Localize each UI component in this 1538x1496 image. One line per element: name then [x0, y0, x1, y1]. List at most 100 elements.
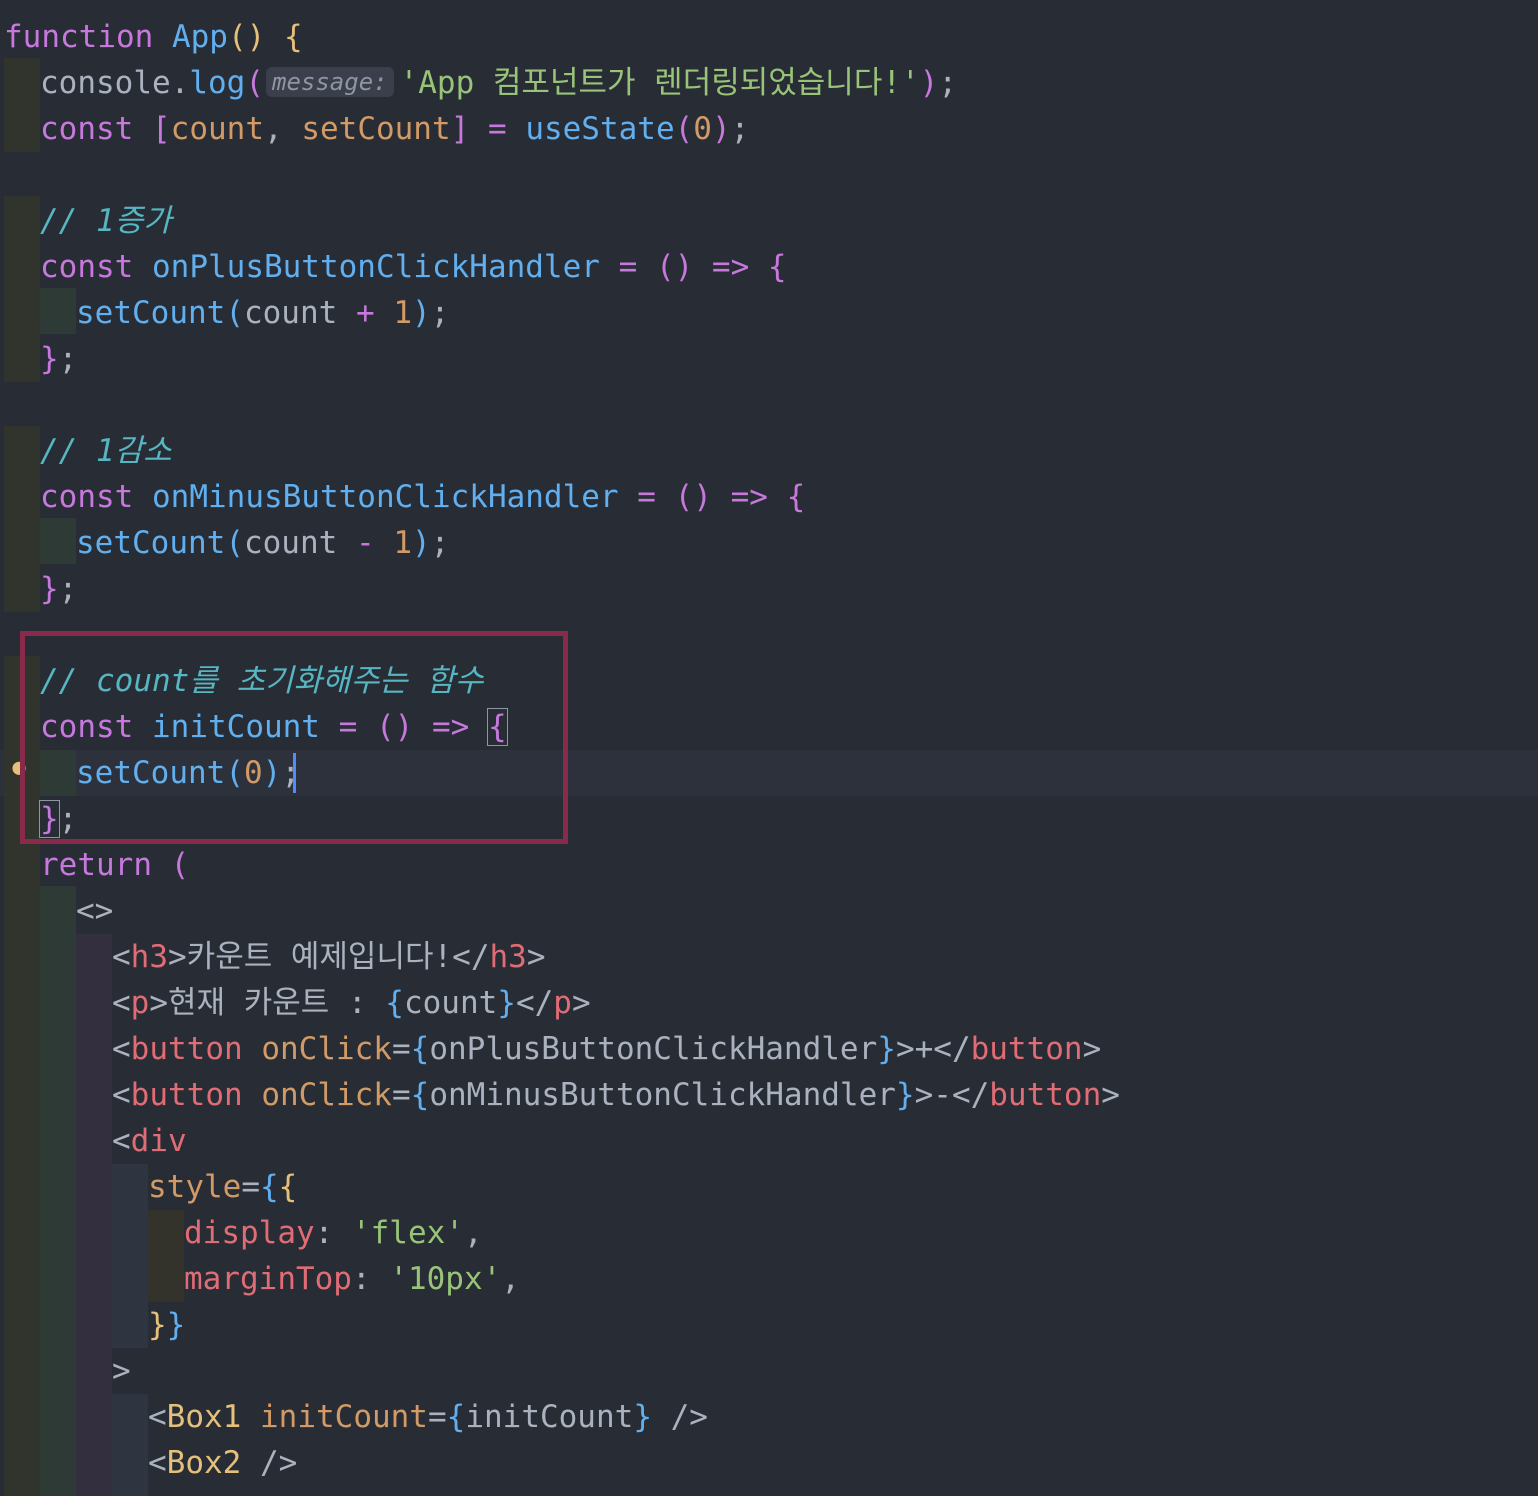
code-line[interactable]: <> [76, 888, 113, 934]
code-line[interactable]: function App() { [4, 14, 303, 60]
code-token: } [877, 1031, 896, 1067]
code-token: initCount [465, 1399, 634, 1435]
code-line[interactable]: style={{ [148, 1164, 297, 1210]
code-token: { [410, 1031, 430, 1067]
indent-guide [40, 886, 76, 1496]
code-token: 1 [393, 525, 412, 561]
code-line[interactable]: return ( [40, 842, 189, 888]
code-token: console [40, 65, 171, 101]
indent-guide [148, 1210, 184, 1302]
code-line[interactable]: <h3>카운트 예제입니다!</h3> [112, 934, 546, 980]
code-line[interactable]: > [112, 1348, 131, 1394]
code-token: p [130, 985, 150, 1021]
code-line[interactable]: }; [40, 566, 77, 612]
code-token: = [469, 111, 526, 147]
code-token: , [501, 1261, 520, 1297]
code-line[interactable]: setCount(count + 1); [76, 290, 449, 336]
code-token: } [497, 985, 516, 1021]
code-line[interactable]: // 1감소 [40, 428, 172, 474]
code-token: count [243, 525, 338, 561]
code-line[interactable]: const onPlusButtonClickHandler = () => { [40, 244, 787, 290]
code-token: useState [525, 111, 675, 147]
code-token: ) [711, 111, 731, 147]
code-token: App [171, 19, 228, 55]
code-token: marginTop [184, 1261, 352, 1297]
code-token: button [130, 1031, 243, 1067]
code-token: { [767, 249, 787, 285]
code-line[interactable]: <p>현재 카운트 : {count}</p> [112, 980, 591, 1026]
code-token: Box2 [166, 1445, 242, 1481]
code-token: < [112, 1077, 131, 1113]
code-line[interactable]: <button onClick={onPlusButtonClickHandle… [112, 1026, 1101, 1072]
code-line[interactable]: const onMinusButtonClickHandler = () => … [40, 474, 805, 520]
code-comment: // 1감소 [40, 433, 172, 469]
code-line[interactable]: // 1증가 [40, 198, 172, 244]
code-token: > [895, 1031, 915, 1067]
code-token: ) [246, 19, 266, 55]
code-token: setCount [76, 295, 226, 331]
code-token: > [112, 1353, 131, 1389]
code-token: onPlusButtonClickHandler [152, 249, 600, 285]
code-token: onClick [261, 1031, 392, 1067]
code-token: h3 [130, 939, 168, 975]
code-token: ) [411, 295, 431, 331]
code-line[interactable]: <Box1 initCount={initCount} /> [148, 1394, 708, 1440]
code-token: } [633, 1399, 652, 1435]
code-token: </ [933, 1031, 971, 1067]
code-token: > [1101, 1077, 1120, 1113]
code-line[interactable]: <Box2 /> [148, 1440, 297, 1486]
code-line[interactable]: }} [148, 1302, 185, 1348]
indent-guide [76, 934, 112, 1496]
code-token: = [241, 1169, 260, 1205]
indent-guide [112, 1394, 148, 1496]
code-token: = [391, 1077, 411, 1113]
code-token: { [786, 479, 806, 515]
code-token: 카운트 예제입니다! [186, 939, 453, 975]
code-token: </ [515, 985, 554, 1021]
code-token: , [264, 111, 302, 147]
code-token: } [40, 571, 59, 607]
code-token: const [40, 479, 134, 515]
code-line[interactable]: console.log(message: 'App 컴포넌트가 렌더링되었습니다!… [40, 60, 957, 106]
code-token: < [148, 1399, 167, 1435]
code-token: > [149, 985, 169, 1021]
indent-guide [40, 288, 76, 334]
code-token: h3 [489, 939, 527, 975]
code-token: : [351, 1261, 390, 1297]
code-token: { [284, 19, 303, 55]
code-token: ( [170, 847, 190, 883]
code-token: Box1 [166, 1399, 242, 1435]
code-token: count [243, 295, 338, 331]
code-token: () [655, 249, 694, 285]
code-line[interactable]: <div [112, 1118, 187, 1164]
code-comment: // 1증가 [40, 203, 172, 239]
code-token: ; [58, 341, 78, 377]
code-line[interactable]: marginTop: '10px', [184, 1256, 520, 1302]
code-editor[interactable]: function App() { console.log(message: 'Ap… [0, 0, 1538, 1496]
code-token: p [553, 985, 572, 1021]
code-token: [ [152, 111, 171, 147]
code-line[interactable]: const [count, setCount] = useState(0); [40, 106, 749, 152]
code-token: ; [430, 525, 450, 561]
indent-guide [40, 518, 76, 564]
code-token: 현재 카운트 : [168, 985, 386, 1021]
code-token: + [914, 1031, 934, 1067]
code-line[interactable]: }; [40, 336, 77, 382]
code-token: ( [225, 295, 244, 331]
code-token: setCount [301, 111, 451, 147]
code-token: ( [245, 65, 264, 101]
code-token: const [40, 249, 134, 285]
code-line[interactable]: display: 'flex', [184, 1210, 483, 1256]
code-token: > [526, 939, 546, 975]
code-token: ; [938, 65, 958, 101]
code-line[interactable]: <button onClick={onMinusButtonClickHandl… [112, 1072, 1120, 1118]
code-token: + [337, 295, 394, 331]
code-line[interactable]: setCount(count - 1); [76, 520, 449, 566]
code-token: /> [651, 1399, 708, 1435]
code-token: 0 [693, 111, 712, 147]
